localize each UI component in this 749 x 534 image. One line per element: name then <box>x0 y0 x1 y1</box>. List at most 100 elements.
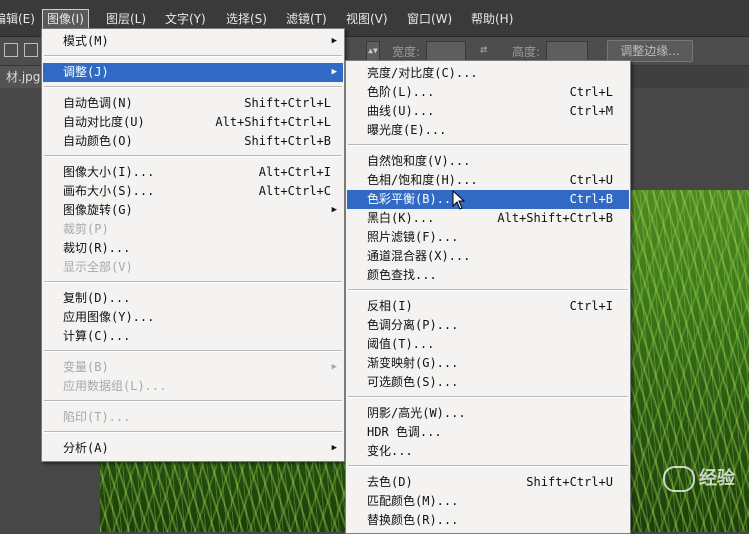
adjust-menu-item[interactable]: 曝光度(E)... <box>347 121 629 140</box>
menu-image[interactable]: 图像(I) <box>42 9 89 29</box>
adjust-menu-item[interactable]: 曲线(U)... Ctrl+M <box>347 102 629 121</box>
adjust-menu-item-label: 阈值(T)... <box>367 337 435 351</box>
image-menu-item[interactable]: 自动色调(N) Shift+Ctrl+L <box>43 94 343 113</box>
adjust-menu-item-shortcut: Shift+Ctrl+U <box>526 475 613 489</box>
adjust-menu-item-shortcut: Ctrl+B <box>569 192 613 206</box>
adjust-menu-item-label: 黑白(K)... <box>367 211 435 225</box>
image-menu-item[interactable]: 画布大小(S)... Alt+Ctrl+C <box>43 182 343 201</box>
submenu-arrow-icon: ▶ <box>331 443 337 453</box>
adjust-menu-item-label: 自然饱和度(V)... <box>367 154 471 168</box>
menu-view[interactable]: 视图(V) <box>342 10 392 28</box>
menu-edit[interactable]: 编辑(E) <box>0 10 39 28</box>
menu-separator <box>348 465 628 467</box>
image-menu-item-label: 裁剪(P) <box>63 222 109 236</box>
image-menu-item[interactable]: 自动对比度(U) Alt+Shift+Ctrl+L <box>43 113 343 132</box>
adjust-menu-item[interactable]: 变化... <box>347 442 629 461</box>
adjust-menu-item[interactable]: 色调分离(P)... <box>347 316 629 335</box>
document-tab[interactable]: 材.jpg <box>0 66 47 88</box>
adjust-menu-item-shortcut: Ctrl+I <box>569 299 613 313</box>
adjust-menu-item[interactable]: 反相(I) Ctrl+I <box>347 297 629 316</box>
image-menu-item-label: 复制(D)... <box>63 291 131 305</box>
style-dropdown[interactable]: ▲▼ <box>366 41 380 61</box>
image-menu-item-label: 应用图像(Y)... <box>63 310 155 324</box>
adjust-menu-item-label: 色相/饱和度(H)... <box>367 173 478 187</box>
adjust-menu-item[interactable]: 色阶(L)... Ctrl+L <box>347 83 629 102</box>
image-menu-item[interactable]: 图像大小(I)... Alt+Ctrl+I <box>43 163 343 182</box>
menu-separator <box>348 289 628 291</box>
image-menu-item[interactable]: 模式(M) ▶ <box>43 32 343 51</box>
adjust-menu-item[interactable]: 阈值(T)... <box>347 335 629 354</box>
submenu-arrow-icon: ▶ <box>331 36 337 46</box>
adjust-menu-item-label: 阴影/高光(W)... <box>367 406 466 420</box>
image-menu-item-label: 分析(A) <box>63 441 109 455</box>
menu-separator <box>348 144 628 146</box>
adjust-menu-item[interactable]: 可选颜色(S)... <box>347 373 629 392</box>
adjust-menu-item[interactable]: 阴影/高光(W)... <box>347 404 629 423</box>
adjust-menu-item[interactable]: 替换颜色(R)... <box>347 511 629 530</box>
adjust-menu-item[interactable]: 照片滤镜(F)... <box>347 228 629 247</box>
image-menu-item[interactable]: 分析(A) ▶ <box>43 439 343 458</box>
image-menu-item[interactable]: 复制(D)... <box>43 289 343 308</box>
adjust-menu-item-label: 去色(D) <box>367 475 413 489</box>
image-menu-item-label: 图像大小(I)... <box>63 165 155 179</box>
mouse-cursor-icon <box>452 190 466 210</box>
image-menu-item-label: 模式(M) <box>63 34 109 48</box>
image-menu-item: 变量(B) ▶ <box>43 358 343 377</box>
adjust-menu-item[interactable]: 自然饱和度(V)... <box>347 152 629 171</box>
refine-edge-button[interactable]: 调整边缘... <box>607 40 693 62</box>
image-menu-item-shortcut: Alt+Ctrl+C <box>258 184 331 198</box>
menu-separator <box>44 281 342 283</box>
adjust-menu-item-label: 颜色查找... <box>367 268 437 282</box>
submenu-arrow-icon: ▶ <box>331 205 337 215</box>
width-field[interactable] <box>426 41 466 61</box>
image-menu-item[interactable]: 图像旋转(G) ▶ <box>43 201 343 220</box>
adjust-menu-item[interactable]: 颜色查找... <box>347 266 629 285</box>
adjust-menu-item[interactable]: 黑白(K)... Alt+Shift+Ctrl+B <box>347 209 629 228</box>
adjust-menu-item[interactable]: 亮度/对比度(C)... <box>347 64 629 83</box>
menu-separator <box>44 350 342 352</box>
image-menu-item: 陷印(T)... <box>43 408 343 427</box>
menu-help[interactable]: 帮助(H) <box>467 10 517 28</box>
image-menu-item-label: 图像旋转(G) <box>63 203 133 217</box>
menu-window[interactable]: 窗口(W) <box>403 10 456 28</box>
adjust-menu-item-shortcut: Ctrl+L <box>569 85 613 99</box>
submenu-arrow-icon: ▶ <box>331 67 337 77</box>
adjust-menu-item-label: 替换颜色(R)... <box>367 513 459 527</box>
submenu-arrow-icon: ▶ <box>331 362 337 372</box>
image-menu-item: 应用数据组(L)... <box>43 377 343 396</box>
image-menu-item-label: 陷印(T)... <box>63 410 131 424</box>
adjust-menu-item[interactable]: 渐变映射(G)... <box>347 354 629 373</box>
adjust-menu-item[interactable]: 色相/饱和度(H)... Ctrl+U <box>347 171 629 190</box>
image-menu-item[interactable]: 应用图像(Y)... <box>43 308 343 327</box>
image-menu-item[interactable]: 裁切(R)... <box>43 239 343 258</box>
menu-layer[interactable]: 图层(L) <box>102 10 150 28</box>
adjust-menu-item-label: 色阶(L)... <box>367 85 435 99</box>
image-menu-item-label: 自动对比度(U) <box>63 115 145 129</box>
image-menu-item[interactable]: 计算(C)... <box>43 327 343 346</box>
adjust-menu-item[interactable]: 通道混合器(X)... <box>347 247 629 266</box>
adjust-menu-item[interactable]: 去色(D) Shift+Ctrl+U <box>347 473 629 492</box>
image-menu-item-shortcut: Shift+Ctrl+L <box>244 96 331 110</box>
menu-type[interactable]: 文字(Y) <box>161 10 210 28</box>
image-menu-item-label: 变量(B) <box>63 360 109 374</box>
swap-icon[interactable]: ⇄ <box>480 42 487 56</box>
image-menu-item[interactable]: 调整(J) ▶ <box>43 63 343 82</box>
adjust-menu-item[interactable]: 匹配颜色(M)... <box>347 492 629 511</box>
adjust-menu-item-label: 色调分离(P)... <box>367 318 459 332</box>
adjust-menu-item-label: 反相(I) <box>367 299 413 313</box>
adjust-menu-item[interactable]: HDR 色调... <box>347 423 629 442</box>
selection-mode-icon[interactable] <box>4 43 18 57</box>
adjust-menu-item-label: 照片滤镜(F)... <box>367 230 459 244</box>
adjust-menu-item-shortcut: Ctrl+M <box>569 104 613 118</box>
adjust-menu-item-label: HDR 色调... <box>367 425 442 439</box>
menu-separator <box>44 400 342 402</box>
adjust-menu-item-shortcut: Ctrl+U <box>569 173 613 187</box>
height-field[interactable] <box>546 41 588 61</box>
image-menu-item[interactable]: 自动颜色(O) Shift+Ctrl+B <box>43 132 343 151</box>
adjust-menu-item[interactable]: 色彩平衡(B)... Ctrl+B <box>347 190 629 209</box>
menu-filter[interactable]: 滤镜(T) <box>282 10 331 28</box>
menu-select[interactable]: 选择(S) <box>222 10 271 28</box>
selection-add-icon[interactable] <box>24 43 38 57</box>
image-menu-item-shortcut: Alt+Shift+Ctrl+L <box>215 115 331 129</box>
adjust-menu-item-label: 通道混合器(X)... <box>367 249 471 263</box>
